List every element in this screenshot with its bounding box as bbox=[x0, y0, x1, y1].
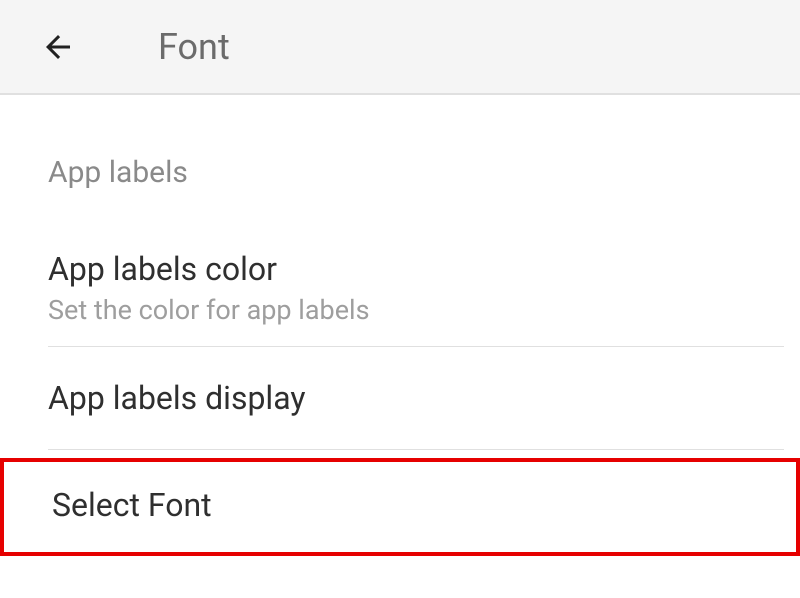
setting-subtitle: Set the color for app labels bbox=[48, 294, 752, 326]
setting-app-labels-color[interactable]: App labels color Set the color for app l… bbox=[0, 230, 800, 346]
arrow-back-icon bbox=[40, 29, 76, 65]
setting-title: Select Font bbox=[52, 486, 748, 524]
app-header: Font bbox=[0, 0, 800, 95]
divider bbox=[48, 449, 784, 450]
setting-app-labels-display[interactable]: App labels display bbox=[0, 347, 800, 449]
setting-select-font[interactable]: Select Font bbox=[4, 462, 796, 552]
back-button[interactable] bbox=[38, 27, 78, 67]
setting-title: App labels display bbox=[48, 379, 752, 417]
content-area: App labels App labels color Set the colo… bbox=[0, 95, 800, 556]
highlight-annotation: Select Font bbox=[0, 458, 800, 556]
page-title: Font bbox=[158, 26, 230, 68]
setting-title: App labels color bbox=[48, 250, 752, 288]
section-header: App labels bbox=[0, 155, 800, 190]
